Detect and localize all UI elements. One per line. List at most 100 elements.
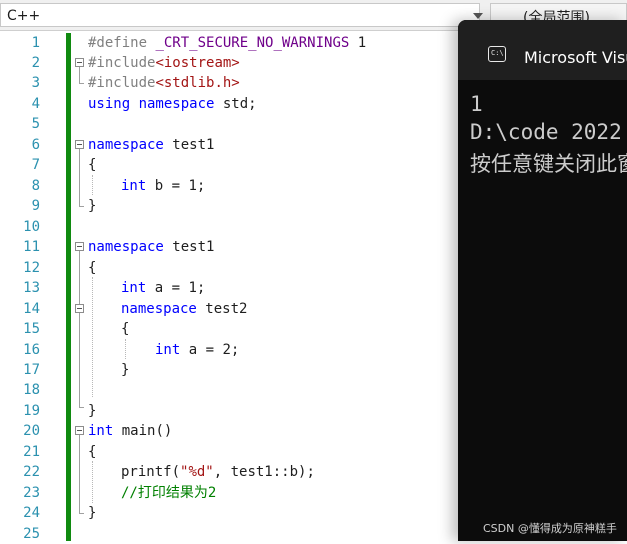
code-token: 1 [349,35,367,51]
keyword-token: int [121,178,147,194]
code-token: main() [113,423,173,439]
line-number: 19 [23,403,40,419]
brace-token: } [88,198,97,214]
code-line-4: using namespace std; [88,94,257,114]
code-line-23: //打印结果为2 [121,483,216,503]
project-scope-dropdown[interactable]: C++ [0,3,483,27]
change-tracking-bar [66,33,71,541]
fold-toggle-icon[interactable] [75,58,84,67]
code-line-15: { [121,319,129,339]
preprocessor-token: #define [88,35,156,51]
keyword-token: namespace [121,301,197,317]
debug-console-window[interactable]: C:\ Microsoft Visual Studio 调试控制台 1 D:\c… [458,20,627,541]
line-number: 20 [23,423,40,439]
console-output-line: D:\code 2022 [470,120,622,144]
code-line-11: namespace test1 [88,237,214,257]
code-token: a = 2; [180,342,240,358]
console-output-line: 按任意键关闭此窗口 [470,152,627,176]
line-number: 23 [23,485,40,501]
code-token: b = 1; [146,178,206,194]
brace-token: } [88,403,97,419]
code-line-20: int main() [88,421,172,441]
line-number: 25 [23,526,40,542]
code-line-7: { [88,155,96,175]
keyword-token: namespace [88,239,164,255]
line-number: 15 [23,321,40,337]
preprocessor-token: #include [88,75,156,91]
line-number: 18 [23,382,40,398]
line-number: 13 [23,280,40,296]
watermark-text: CSDN @懂得成为原神糕手 [483,522,617,535]
comment-token: //打印结果为2 [121,485,217,501]
code-token: std; [214,96,257,112]
code-line-17: } [121,360,129,380]
brace-token: { [88,444,97,460]
code-line-1: #define _CRT_SECURE_NO_WARNINGS 1 [88,33,366,53]
keyword-token: int [88,423,114,439]
code-token: printf( [121,464,181,480]
chevron-down-icon[interactable] [473,13,483,19]
line-number: 12 [23,260,40,276]
line-number: 11 [23,239,40,255]
line-number: 10 [23,219,40,235]
brace-token: } [121,362,130,378]
line-number: 6 [31,137,40,153]
line-number: 8 [31,178,40,194]
code-token: test1 [163,239,215,255]
indent-guide [125,339,126,359]
line-number-gutter: 1 2 3 4 5 6 7 8 9 10 11 12 13 14 15 16 1… [0,31,60,542]
code-line-2: #include<iostream> [88,53,240,73]
code-token: , test1::b); [213,464,315,480]
line-number: 16 [23,342,40,358]
macro-token: _CRT_SECURE_NO_WARNINGS [155,35,350,51]
code-line-12: { [88,258,96,278]
fold-end-mark [79,206,84,207]
code-line-21: { [88,442,96,462]
fold-guide-line [79,67,81,83]
line-number: 2 [31,55,40,71]
fold-toggle-icon[interactable] [75,242,84,251]
fold-guide-line [79,435,81,513]
indent-guide [92,461,93,503]
brace-token: { [121,321,130,337]
fold-end-mark [79,83,84,84]
fold-guide-line [79,251,81,407]
console-title-bar[interactable]: C:\ Microsoft Visual Studio 调试控制台 [458,20,627,80]
line-number: 5 [31,116,40,132]
code-line-9: } [88,196,96,216]
code-line-13: int a = 1; [121,278,205,298]
line-number: 17 [23,362,40,378]
fold-toggle-icon[interactable] [75,304,84,313]
console-output-line: 1 [470,92,483,116]
line-number: 1 [31,35,40,51]
keyword-token: namespace [88,137,164,153]
code-line-16: int a = 2; [155,340,239,360]
string-token: "%d" [180,464,214,480]
code-line-22: printf("%d", test1::b); [121,462,315,482]
include-path-token: <stdlib.h> [155,75,240,91]
line-number: 22 [23,464,40,480]
code-line-24: } [88,503,96,523]
console-title: Microsoft Visual Studio 调试控制台 [524,48,627,67]
indent-guide [92,175,93,195]
brace-token: { [88,157,97,173]
line-number: 14 [23,301,40,317]
code-line-19: } [88,401,96,421]
code-token: test2 [196,301,248,317]
preprocessor-token: #include [88,55,156,71]
brace-token: } [88,505,97,521]
fold-guide-line [79,149,81,206]
fold-end-mark [79,513,84,514]
code-line-8: int b = 1; [121,176,205,196]
terminal-icon: C:\ [488,46,506,62]
code-line-14: namespace test2 [121,299,247,319]
code-line-3: #include<stdlib.h> [88,73,240,93]
line-number: 21 [23,444,40,460]
fold-end-mark [79,407,84,408]
line-number: 24 [23,505,40,521]
line-number: 4 [31,96,40,112]
fold-toggle-icon[interactable] [75,426,84,435]
line-number: 3 [31,75,40,91]
keyword-token: using namespace [88,96,215,112]
fold-toggle-icon[interactable] [75,140,84,149]
